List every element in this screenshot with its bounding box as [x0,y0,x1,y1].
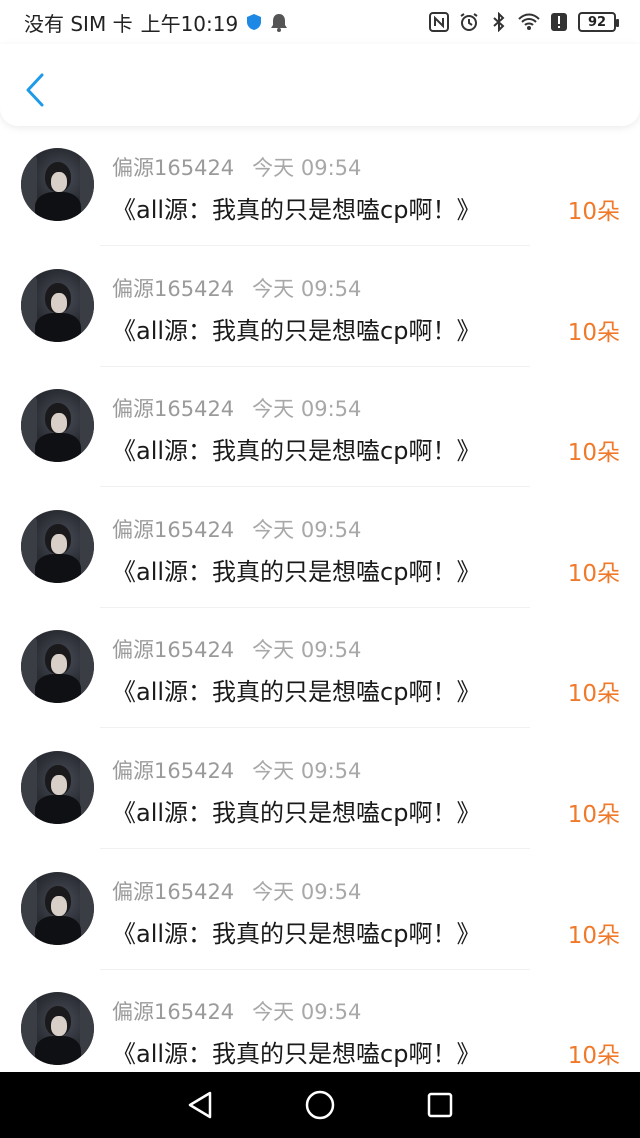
back-button[interactable] [18,70,52,110]
bluetooth-icon [493,12,505,32]
timestamp: 今天 09:54 [252,1000,362,1025]
avatar[interactable] [21,389,94,463]
book-title: 《all源：我真的只是想嗑cp啊！》 [112,678,481,707]
shield-icon [247,14,262,30]
battery-level: 92 [587,14,607,30]
clock-text: 上午10:19 [140,11,239,36]
record-meta: 偏源165424 今天 09:54 [112,755,361,785]
record-meta: 偏源165424 今天 09:54 [112,634,361,664]
gift-record-list: 偏源165424 今天 09:54 《all源：我真的只是想嗑cp啊！》 10朵… [0,126,640,1072]
list-item[interactable]: 偏源165424 今天 09:54 《all源：我真的只是想嗑cp啊！》 10朵 [0,608,640,729]
timestamp: 今天 09:54 [252,517,362,542]
alarm-icon [460,13,478,31]
username: 偏源165424 [112,879,235,904]
status-bar: 没有 SIM 卡 上午10:19 92 [0,0,640,44]
gift-amount: 10朵 [567,681,620,708]
recents-square-icon [427,1092,453,1118]
gift-amount: 10朵 [567,199,620,225]
wifi-icon [518,13,540,30]
home-circle-icon [305,1090,335,1120]
carrier-text: 没有 SIM 卡 [24,11,133,36]
username: 偏源165424 [112,638,235,663]
system-back-button[interactable] [180,1085,220,1125]
list-item[interactable]: 偏源165424 今天 09:54 《all源：我真的只是想嗑cp啊！》 10朵 [0,970,640,1072]
timestamp: 今天 09:54 [252,156,362,180]
timestamp: 今天 09:54 [252,397,362,422]
back-triangle-icon [188,1091,212,1119]
list-item[interactable]: 偏源165424 今天 09:54 《all源：我真的只是想嗑cp啊！》 10朵 [0,488,640,609]
record-meta: 偏源165424 今天 09:54 [112,514,361,544]
avatar[interactable] [21,871,94,945]
system-nav-bar [0,1072,640,1138]
list-item[interactable]: 偏源165424 今天 09:54 《all源：我真的只是想嗑cp啊！》 10朵 [0,126,640,247]
nfc-icon [429,12,449,32]
username: 偏源165424 [112,517,235,542]
username: 偏源165424 [112,1000,235,1025]
top-nav-header [0,44,640,126]
book-title: 《all源：我真的只是想嗑cp啊！》 [112,798,481,827]
timestamp: 今天 09:54 [252,638,362,663]
timestamp: 今天 09:54 [252,758,362,783]
record-meta: 偏源165424 今天 09:54 [112,996,361,1026]
gift-amount: 10朵 [567,801,620,828]
gift-amount: 10朵 [567,1043,620,1070]
avatar[interactable] [21,509,94,583]
system-home-button[interactable] [300,1085,340,1125]
alert-icon [551,13,567,31]
username: 偏源165424 [112,397,235,422]
gift-amount: 10朵 [567,319,620,346]
list-item[interactable]: 偏源165424 今天 09:54 《all源：我真的只是想嗑cp啊！》 10朵 [0,367,640,488]
book-title: 《all源：我真的只是想嗑cp啊！》 [112,196,481,224]
book-title: 《all源：我真的只是想嗑cp啊！》 [112,437,481,466]
bell-icon [271,14,288,32]
book-title: 《all源：我真的只是想嗑cp啊！》 [112,919,481,948]
gift-amount: 10朵 [567,560,620,587]
system-recents-button[interactable] [420,1085,460,1125]
record-meta: 偏源165424 今天 09:54 [112,393,361,423]
battery-icon: 92 [578,12,619,32]
timestamp: 今天 09:54 [252,276,362,301]
avatar[interactable] [21,268,94,342]
avatar[interactable] [21,992,94,1066]
status-right: 92 [428,12,619,32]
gift-amount: 10朵 [567,922,620,949]
timestamp: 今天 09:54 [252,879,362,904]
book-title: 《all源：我真的只是想嗑cp啊！》 [112,316,481,345]
list-item[interactable]: 偏源165424 今天 09:54 《all源：我真的只是想嗑cp啊！》 10朵 [0,247,640,368]
gift-amount: 10朵 [567,440,620,467]
list-item[interactable]: 偏源165424 今天 09:54 《all源：我真的只是想嗑cp啊！》 10朵 [0,729,640,850]
record-meta: 偏源165424 今天 09:54 [112,273,361,303]
record-meta: 偏源165424 今天 09:54 [112,152,361,182]
avatar[interactable] [21,630,94,704]
avatar[interactable] [21,750,94,824]
username: 偏源165424 [112,276,235,301]
username: 偏源165424 [112,156,235,180]
list-item[interactable]: 偏源165424 今天 09:54 《all源：我真的只是想嗑cp啊！》 10朵 [0,850,640,971]
record-meta: 偏源165424 今天 09:54 [112,876,361,906]
status-left: 没有 SIM 卡 上午10:19 [24,8,288,37]
chevron-left-icon [26,73,44,107]
book-title: 《all源：我真的只是想嗑cp啊！》 [112,557,481,586]
book-title: 《all源：我真的只是想嗑cp啊！》 [112,1040,481,1069]
avatar[interactable] [21,148,94,221]
username: 偏源165424 [112,758,235,783]
